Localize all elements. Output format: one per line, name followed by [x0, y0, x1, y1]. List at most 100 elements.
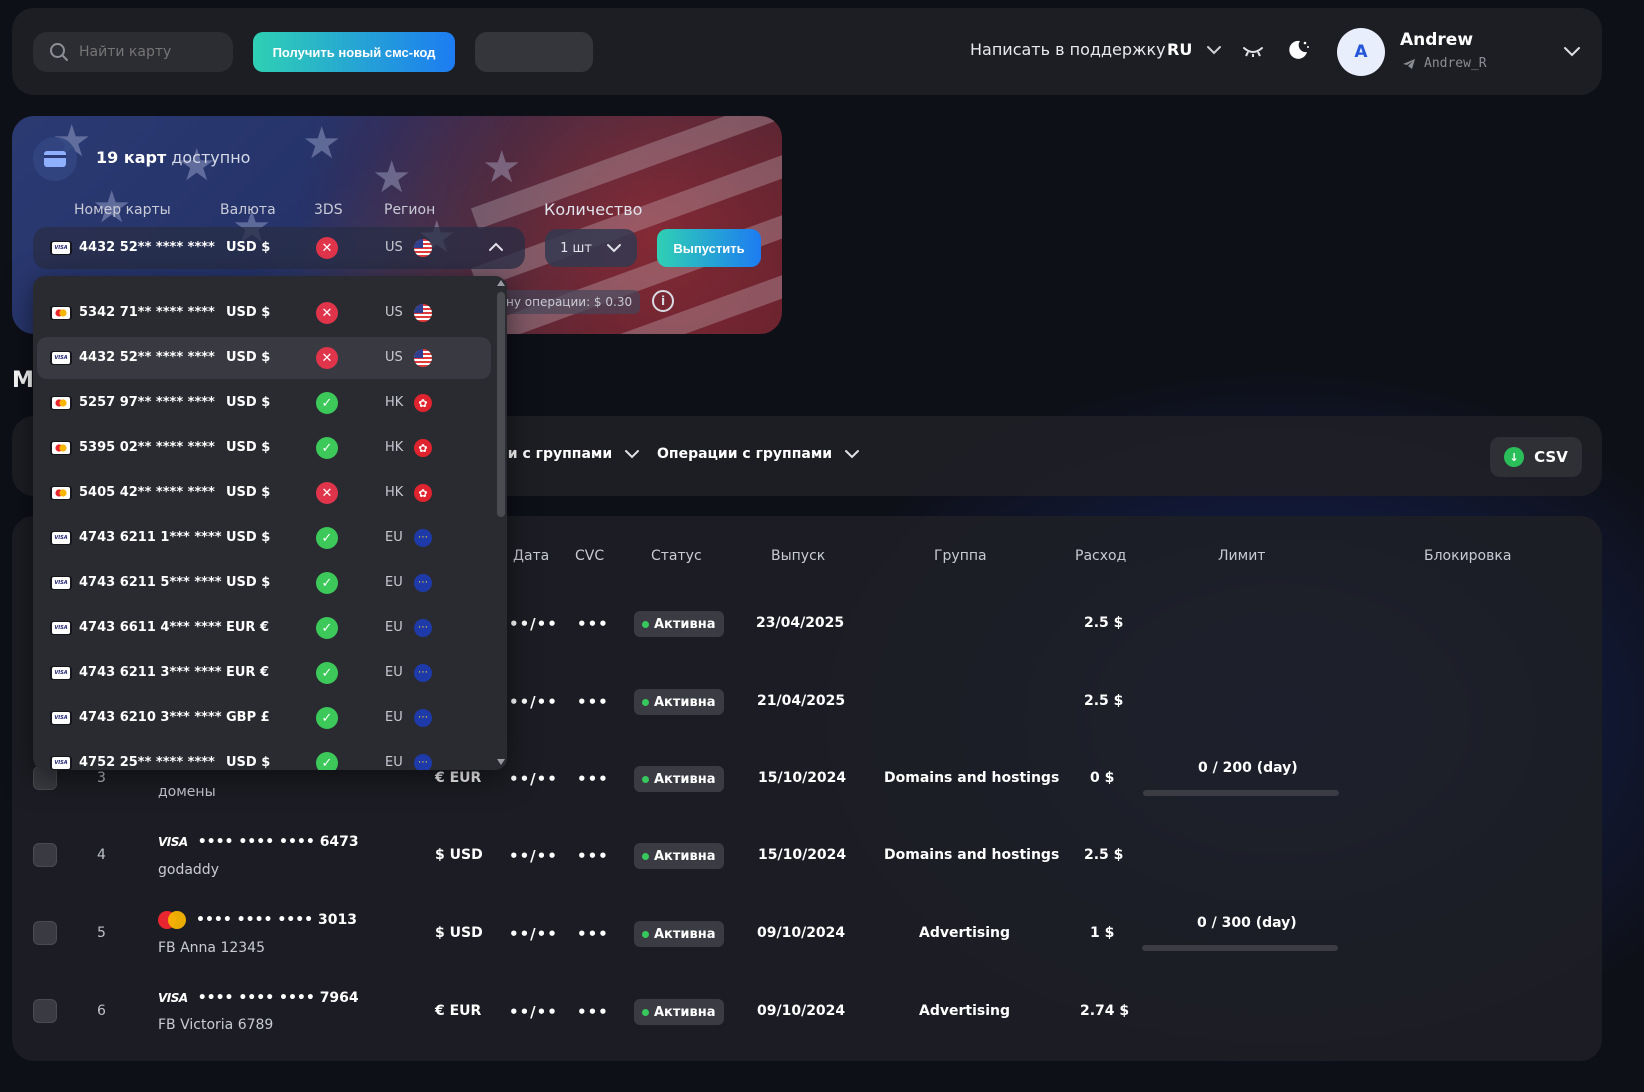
issue-card-button[interactable]: Выпустить — [657, 229, 761, 267]
row-checkbox[interactable] — [33, 843, 57, 867]
3ds-enabled-icon: ✓ — [316, 572, 338, 594]
group-name: Domains and hostings — [884, 770, 1060, 786]
mastercard-icon — [50, 441, 72, 455]
option-region: EU — [385, 755, 403, 770]
option-currency: GBP £ — [226, 710, 270, 725]
option-card-number: 5395 02** **** **** — [79, 440, 215, 455]
option-currency: USD $ — [226, 485, 271, 500]
limit-bar — [1142, 945, 1338, 951]
option-card-number: 4752 25** **** **** — [79, 755, 215, 770]
available-suffix: доступно — [171, 148, 251, 167]
dropdown-option[interactable]: VISA 4743 6210 3*** **** GBP £ ✓ EU ⋯ — [33, 697, 493, 739]
issued-date: 15/10/2024 — [758, 847, 847, 863]
3ds-enabled-icon: ✓ — [316, 392, 338, 414]
support-link[interactable]: Написать в поддержку — [970, 40, 1166, 59]
language-label: RU — [1167, 40, 1193, 59]
chevron-down-icon — [625, 450, 640, 459]
dropdown-option[interactable]: VISA 4743 6211 3*** **** EUR € ✓ EU ⋯ — [33, 652, 493, 694]
dropdown-option[interactable]: VISA 4743 6211 1*** **** USD $ ✓ EU ⋯ — [33, 517, 493, 559]
search-input[interactable] — [79, 44, 219, 60]
column-3ds: 3DS — [314, 202, 343, 218]
row-checkbox[interactable] — [33, 999, 57, 1023]
card-date: ••/•• — [509, 615, 558, 633]
scroll-down-arrow-icon[interactable] — [496, 758, 506, 766]
row-number: 6 — [97, 1003, 106, 1019]
card-cvc[interactable]: ••• — [577, 1003, 609, 1021]
visa-icon: VISA — [158, 991, 188, 1005]
status-badge: Активна — [634, 999, 724, 1025]
dropdown-option[interactable]: VISA 4743 6611 4*** **** EUR € ✓ EU ⋯ — [33, 607, 493, 649]
info-icon[interactable]: i — [652, 290, 674, 312]
status-badge: Активна — [634, 611, 724, 637]
chevron-down-icon — [1207, 45, 1222, 54]
user-menu-chevron-icon[interactable] — [1563, 46, 1581, 57]
quantity-select[interactable]: 1 шт — [545, 229, 637, 267]
dropdown-option[interactable]: VISA 4432 52** **** **** USD $ ✕ US — [37, 337, 491, 379]
csv-export-button[interactable]: ↓ CSV — [1490, 437, 1582, 477]
issued-date: 09/10/2024 — [757, 925, 846, 941]
card-number[interactable]: VISA •••• •••• •••• 7964 — [158, 990, 359, 1006]
row-number: 3 — [97, 770, 106, 786]
card-name: godaddy — [158, 862, 219, 878]
language-select[interactable]: RU — [1167, 40, 1222, 59]
selected-region: US — [385, 240, 403, 255]
dropdown-option[interactable]: VISA 4743 6211 5*** **** USD $ ✓ EU ⋯ — [33, 562, 493, 604]
visa-icon: VISA — [50, 711, 72, 725]
dropdown-option[interactable]: 5342 71** **** **** USD $ ✕ US — [33, 292, 493, 334]
group-ops-dropdown-2[interactable]: Операции с группами — [657, 446, 860, 462]
option-region: EU — [385, 665, 403, 680]
issued-date: 21/04/2025 — [757, 693, 846, 709]
option-region: EU — [385, 710, 403, 725]
card-cvc[interactable]: ••• — [577, 925, 609, 943]
card-number[interactable]: •••• •••• •••• 3013 — [158, 911, 357, 929]
dropdown-scroll-thumb[interactable] — [497, 292, 505, 517]
us-flag-icon — [414, 239, 432, 257]
card-type-select[interactable]: VISA 4432 52** **** **** USD $ ✕ US — [33, 227, 525, 269]
card-number[interactable]: VISA •••• •••• •••• 6473 — [158, 834, 359, 850]
group-name: Advertising — [919, 925, 1010, 941]
group-name: Domains and hostings — [884, 847, 1060, 863]
scroll-up-arrow-icon[interactable] — [496, 279, 506, 287]
eu-flag-icon: ⋯ — [414, 529, 432, 547]
option-card-number: 5342 71** **** **** — [79, 305, 215, 320]
limit-text: 0 / 300 (day) — [1197, 915, 1297, 931]
option-currency: USD $ — [226, 395, 271, 410]
dropdown-option[interactable]: 5257 97** **** **** USD $ ✓ HK ✿ — [33, 382, 493, 424]
status-text: Активна — [654, 926, 716, 942]
group-ops-label-2: Операции с группами — [657, 446, 833, 462]
card-cvc[interactable]: ••• — [577, 615, 609, 633]
option-currency: USD $ — [226, 755, 271, 770]
hide-eye-icon[interactable] — [1242, 46, 1264, 58]
dropdown-option[interactable]: VISA 4752 25** **** **** USD $ ✓ EU ⋯ — [33, 742, 493, 770]
moon-icon[interactable] — [1286, 38, 1310, 62]
credit-card-icon — [33, 137, 77, 181]
section-title: М — [12, 368, 34, 393]
card-cvc[interactable]: ••• — [577, 847, 609, 865]
option-currency: EUR € — [226, 620, 270, 635]
card-cvc[interactable]: ••• — [577, 693, 609, 711]
eu-flag-icon: ⋯ — [414, 619, 432, 637]
header-block: Блокировка — [1424, 548, 1512, 564]
option-card-number: 4743 6210 3*** **** — [79, 710, 222, 725]
issued-date: 23/04/2025 — [756, 615, 845, 631]
group-ops-dropdown-1[interactable]: ии с группами — [498, 446, 640, 462]
option-card-number: 4743 6211 1*** **** — [79, 530, 222, 545]
row-checkbox[interactable] — [33, 921, 57, 945]
card-name: FB Victoria 6789 — [158, 1017, 274, 1033]
chevron-down-icon — [606, 244, 621, 253]
card-number-text: •••• •••• •••• 3013 — [196, 912, 357, 928]
dropdown-option[interactable]: 5405 42** **** **** USD $ ✕ HK ✿ — [33, 472, 493, 514]
status-badge: Активна — [634, 766, 724, 792]
mastercard-icon — [50, 486, 72, 500]
card-search[interactable] — [33, 32, 233, 72]
card-date: ••/•• — [509, 770, 558, 788]
avatar[interactable]: A — [1337, 28, 1385, 76]
header-spend: Расход — [1075, 548, 1127, 564]
card-cvc[interactable]: ••• — [577, 770, 609, 788]
option-card-number: 5257 97** **** **** — [79, 395, 215, 410]
eu-flag-icon: ⋯ — [414, 664, 432, 682]
dropdown-option[interactable]: 5395 02** **** **** USD $ ✓ HK ✿ — [33, 427, 493, 469]
blank-button[interactable] — [475, 32, 593, 72]
visa-icon: VISA — [50, 241, 72, 255]
get-sms-code-button[interactable]: Получить новый смс-код — [253, 32, 455, 72]
